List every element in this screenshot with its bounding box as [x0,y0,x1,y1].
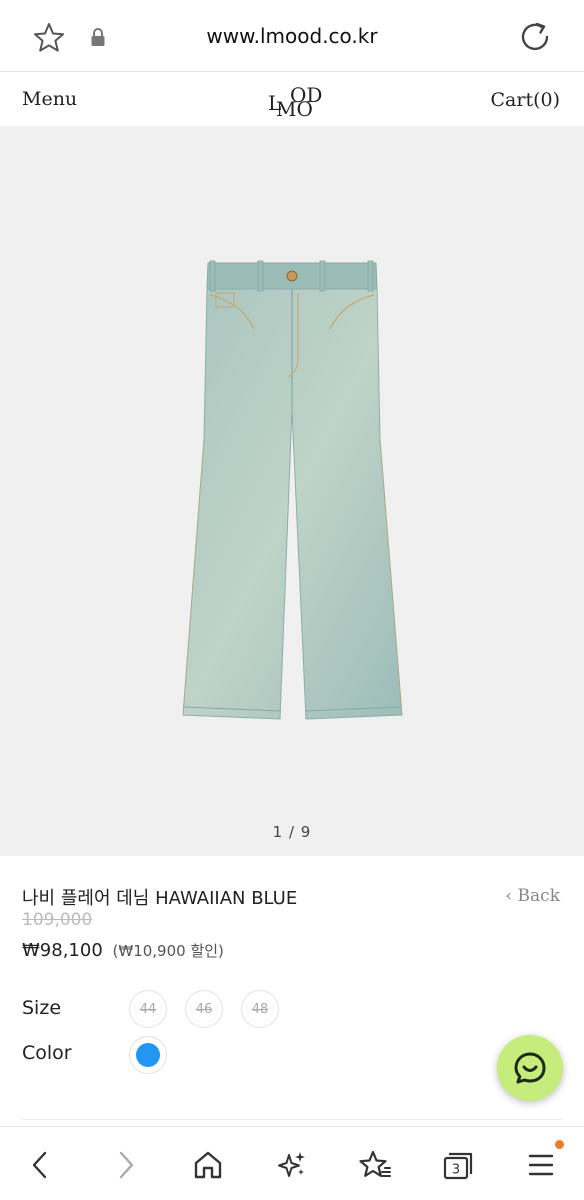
menu-link[interactable]: Menu [22,88,77,110]
menu-icon [528,1154,554,1176]
sale-price-row: ₩98,100 (₩10,900 할인) [22,940,224,961]
nav-back-button[interactable] [20,1145,60,1185]
browser-bottom-nav: 3 [0,1126,584,1200]
color-label: Color [22,1042,72,1064]
chat-icon [514,1052,546,1084]
size-option-46[interactable]: 46 [185,990,223,1028]
notification-badge [555,1140,564,1149]
bookmark-star-icon [359,1150,391,1177]
nav-forward-button[interactable] [106,1145,146,1185]
back-link[interactable]: ‹ Back [505,886,560,906]
nav-bookmarks-button[interactable] [355,1145,395,1185]
product-image-jeans [182,260,403,720]
site-header: Menu L OD MO Cart(0) [0,73,584,127]
forward-arrow-icon [119,1151,134,1179]
product-info: 나비 플레어 데님 HAWAIIAN BLUE ‹ Back 109,000 ₩… [0,856,584,1126]
reload-icon[interactable] [518,20,552,54]
browser-url-bar: www.lmood.co.kr [0,0,584,72]
sparkle-icon [278,1152,305,1177]
color-swatch [136,1043,160,1067]
image-pager: 1 / 9 [272,823,312,841]
chat-button[interactable] [497,1035,563,1101]
divider [22,1119,562,1120]
size-option-44[interactable]: 44 [129,990,167,1028]
color-option-blue[interactable] [129,1036,167,1074]
tab-count: 3 [452,1163,460,1178]
discount-text: (₩10,900 할인) [112,942,224,960]
nav-menu-button[interactable] [521,1145,561,1185]
product-gallery[interactable]: 1 / 9 [0,127,584,856]
size-label: Size [22,997,62,1019]
chevron-left-icon: ‹ [505,886,513,906]
product-title: 나비 플레어 데님 HAWAIIAN BLUE [22,888,298,909]
size-option-48[interactable]: 48 [241,990,279,1028]
nav-home-button[interactable] [188,1145,228,1185]
logo-letters-mo: MO [276,97,313,121]
cart-link[interactable]: Cart(0) [491,89,561,111]
logo[interactable]: L OD MO [266,83,336,123]
tabs-icon: 3 [443,1152,473,1180]
url-text[interactable]: www.lmood.co.kr [0,24,584,48]
back-arrow-icon [32,1151,47,1179]
sale-price: ₩98,100 [22,940,103,961]
nav-tabs-button[interactable]: 3 [438,1145,478,1185]
original-price: 109,000 [22,910,93,930]
back-label: Back [517,886,560,906]
home-icon [194,1151,222,1179]
nav-ai-button[interactable] [272,1145,312,1185]
